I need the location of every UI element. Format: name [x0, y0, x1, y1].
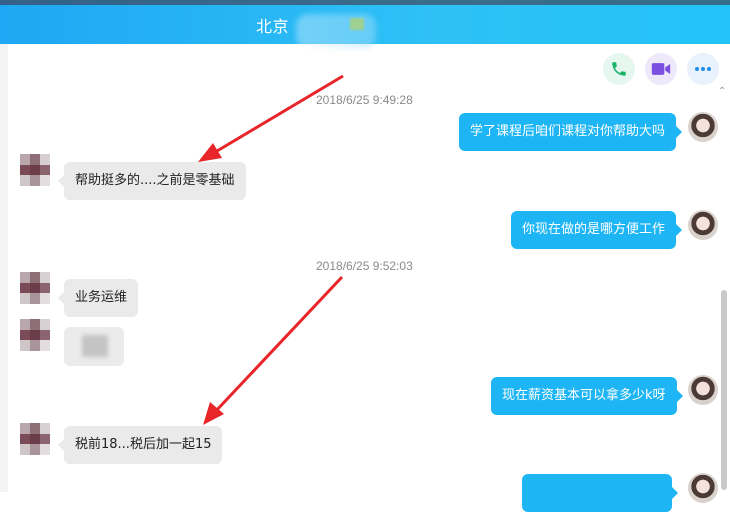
contact-avatar[interactable]	[20, 272, 50, 304]
more-icon	[695, 67, 711, 71]
video-icon	[651, 63, 671, 75]
chat-title: 北京	[256, 17, 290, 36]
message-timestamp: 2018/6/25 9:49:28	[316, 93, 413, 107]
window-top-edge	[0, 0, 730, 5]
left-panel-edge	[0, 44, 8, 492]
video-call-button[interactable]	[645, 53, 677, 85]
message-bubble-received[interactable]: 税前18...税后加一起15	[57, 426, 223, 464]
message-bubble-sent-partial[interactable]	[522, 474, 678, 512]
phone-icon	[612, 62, 626, 76]
contact-avatar[interactable]	[20, 154, 50, 186]
my-avatar[interactable]	[688, 473, 718, 503]
image-message[interactable]	[64, 327, 124, 366]
my-avatar[interactable]	[688, 210, 718, 240]
annotation-arrow	[198, 74, 344, 162]
annotation-arrow	[203, 275, 344, 425]
contact-avatar[interactable]	[20, 423, 50, 455]
scrollbar[interactable]	[721, 290, 727, 490]
message-bubble-received[interactable]: 业务运维	[57, 279, 139, 317]
message-bubble-sent[interactable]: 你现在做的是哪方便工作	[511, 211, 683, 249]
collapse-icon[interactable]: ⌃	[718, 86, 726, 97]
blurred-image	[82, 335, 108, 357]
message-bubble-sent[interactable]: 学了课程后咱们课程对你帮助大吗	[459, 113, 683, 151]
message-bubble-sent[interactable]: 现在薪资基本可以拿多少k呀	[491, 377, 683, 415]
redacted-emoji	[350, 18, 364, 30]
contact-avatar[interactable]	[20, 319, 50, 351]
my-avatar[interactable]	[688, 112, 718, 142]
my-avatar[interactable]	[688, 375, 718, 405]
message-bubble-received[interactable]: 帮助挺多的....之前是零基础	[58, 162, 246, 200]
voice-call-button[interactable]	[603, 53, 635, 85]
redacted-name	[296, 14, 376, 48]
more-options-button[interactable]	[687, 53, 719, 85]
message-timestamp: 2018/6/25 9:52:03	[316, 259, 413, 273]
